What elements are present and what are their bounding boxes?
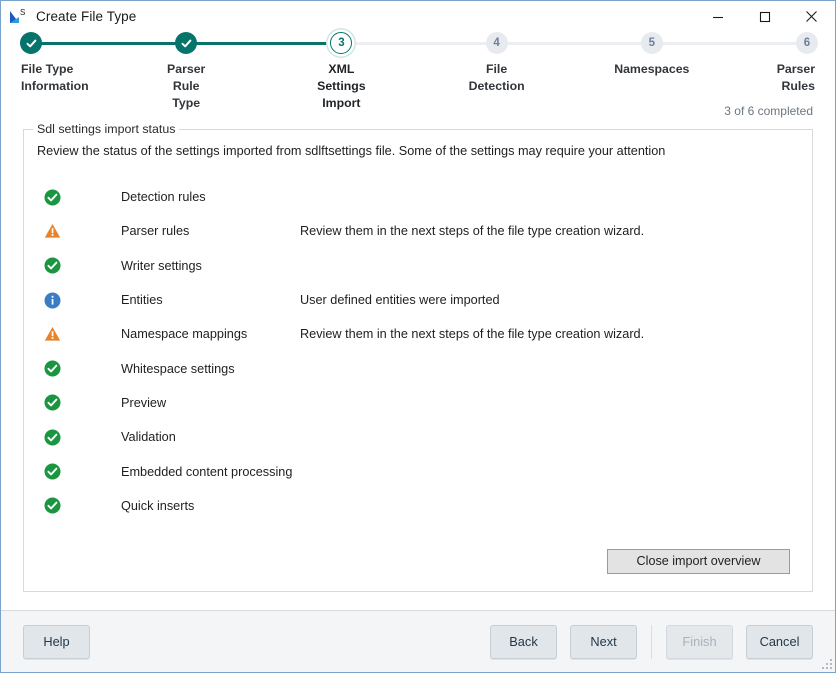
status-item-name: Validation <box>121 430 176 445</box>
resize-grip[interactable] <box>818 655 832 669</box>
svg-text:S: S <box>20 8 25 17</box>
status-row: Preview <box>36 386 812 420</box>
step-complete-check-icon <box>20 32 42 54</box>
step-number-badge: 5 <box>640 32 663 54</box>
close-import-overview-button[interactable]: Close import overview <box>607 548 790 574</box>
success-check-icon <box>36 429 68 446</box>
success-check-icon <box>36 257 68 274</box>
stepper-connector <box>186 41 342 45</box>
status-item-description: User defined entities were imported <box>300 293 500 308</box>
back-button[interactable]: Back <box>490 624 557 659</box>
groupbox-legend: Sdl settings import status <box>33 122 180 136</box>
status-row: Detection rules <box>36 180 812 214</box>
stepper-step-label: Parser Rules <box>776 62 815 93</box>
status-item-name: Writer settings <box>121 258 202 273</box>
status-row: Validation <box>36 420 812 454</box>
stepper-connector <box>341 41 497 45</box>
cancel-button[interactable]: Cancel <box>746 624 813 659</box>
status-item-name: Detection rules <box>121 190 206 205</box>
success-check-icon <box>36 189 68 206</box>
footer-separator <box>651 624 652 659</box>
next-button[interactable]: Next <box>570 624 637 659</box>
status-item-name: Whitespace settings <box>121 361 235 376</box>
status-item-name: Entities <box>121 293 163 308</box>
stepper-connector <box>31 41 187 45</box>
status-item-description: Review them in the next steps of the fil… <box>300 327 645 342</box>
step-number-badge: 6 <box>796 32 818 54</box>
close-overview-row: Close import overview <box>24 548 812 574</box>
step-number-badge: 3 <box>330 32 353 54</box>
status-item-name: Embedded content processing <box>121 464 293 479</box>
sdl-logo-icon: S <box>8 7 30 27</box>
status-row: Writer settings <box>36 249 812 283</box>
steps-completed-label: 3 of 6 completed <box>724 104 813 118</box>
content-area: Sdl settings import status Review the st… <box>1 118 835 610</box>
wizard-stepper: File Type Information Parser Rule Type 3 XM… <box>1 32 835 118</box>
stepper-step-label: XML Settings Import <box>317 62 366 110</box>
status-row: Namespace mappings Review them in the nex… <box>36 317 812 351</box>
import-status-list: Detection rules Parser rules Review them i… <box>24 180 812 523</box>
step-complete-check-icon <box>175 32 198 54</box>
finish-button: Finish <box>666 624 733 659</box>
create-file-type-window: S Create File Type File Type Information… <box>0 0 836 673</box>
status-item-name: Namespace mappings <box>121 327 248 342</box>
stepper-connector <box>651 41 807 45</box>
stepper-step-label: Namespaces <box>614 62 690 76</box>
status-row: Parser rules Review them in the next step… <box>36 214 812 248</box>
window-controls <box>694 1 835 32</box>
close-button[interactable] <box>788 1 835 32</box>
import-status-groupbox: Sdl settings import status Review the st… <box>23 122 813 592</box>
stepper-track: File Type Information Parser Rule Type 3 XM… <box>1 32 835 110</box>
status-row: Entities User defined entities were impor… <box>36 283 812 317</box>
success-check-icon <box>36 497 68 514</box>
status-item-description: Review them in the next steps of the fil… <box>300 224 645 239</box>
window-title: Create File Type <box>36 9 137 24</box>
info-circle-icon <box>36 292 68 309</box>
title-bar: S Create File Type <box>1 1 835 32</box>
status-row: Embedded content processing <box>36 454 812 488</box>
step-number-badge: 4 <box>485 32 508 54</box>
footer-actions: Back Next Finish Cancel <box>490 624 813 659</box>
success-check-icon <box>36 463 68 480</box>
footer-bar: Help Back Next Finish Cancel <box>1 610 835 672</box>
success-check-icon <box>36 394 68 411</box>
stepper-step-label: File Detection <box>468 62 525 93</box>
warning-triangle-icon <box>36 223 68 239</box>
status-row: Quick inserts <box>36 489 812 523</box>
status-item-name: Quick inserts <box>121 498 195 513</box>
help-button[interactable]: Help <box>23 624 90 659</box>
status-item-name: Parser rules <box>121 224 190 239</box>
stepper-connector <box>496 41 652 45</box>
maximize-button[interactable] <box>741 1 788 32</box>
stepper-step-label: Parser Rule Type <box>167 62 206 110</box>
status-item-name: Preview <box>121 395 167 410</box>
success-check-icon <box>36 360 68 377</box>
minimize-button[interactable] <box>694 1 741 32</box>
status-row: Whitespace settings <box>36 351 812 385</box>
warning-triangle-icon <box>36 326 68 342</box>
stepper-step-label: File Type Information <box>21 62 89 93</box>
